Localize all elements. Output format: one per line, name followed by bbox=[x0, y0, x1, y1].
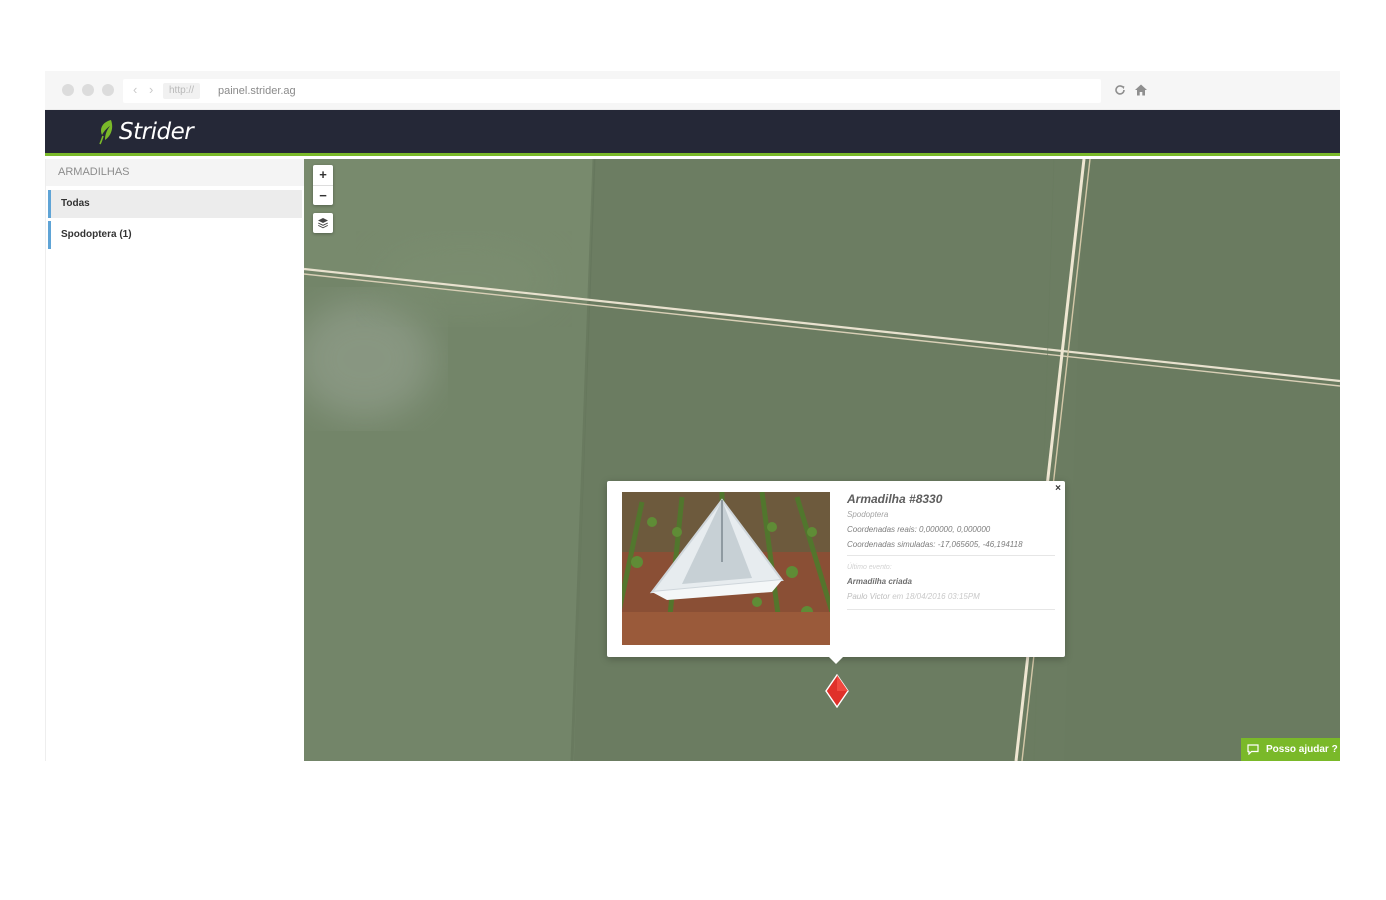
popup-close-button[interactable]: × bbox=[1055, 483, 1061, 494]
window-close-dot[interactable] bbox=[62, 84, 74, 96]
sidebar: ARMADILHAS Todas Spodoptera (1) bbox=[45, 159, 304, 761]
trap-photo bbox=[622, 492, 830, 645]
address-bar[interactable]: ‹ › http:// painel.strider.ag bbox=[123, 79, 1101, 103]
sidebar-item-spodoptera[interactable]: Spodoptera (1) bbox=[48, 221, 302, 249]
help-chat-button[interactable]: Posso ajudar ? bbox=[1241, 738, 1340, 761]
event-date: em 18/04/2016 03:15PM bbox=[890, 592, 980, 601]
app-header: Strider bbox=[45, 110, 1340, 156]
layers-button[interactable] bbox=[313, 213, 333, 233]
nav-arrows-icon[interactable]: ‹ › bbox=[133, 82, 157, 97]
divider bbox=[847, 555, 1055, 556]
sidebar-title: ARMADILHAS bbox=[46, 159, 304, 186]
window-minimize-dot[interactable] bbox=[82, 84, 94, 96]
brand-name: Strider bbox=[119, 119, 194, 145]
trap-title: Armadilha #8330 bbox=[847, 492, 943, 506]
trap-species: Spodoptera bbox=[847, 510, 889, 519]
trap-details: Armadilha #8330 Spodoptera Coordenadas r… bbox=[847, 492, 1055, 618]
satellite-map[interactable]: + − × Armadilha #8330 Spodoptera Coorden… bbox=[304, 159, 1340, 761]
leaf-logo-icon bbox=[99, 120, 113, 145]
layers-icon bbox=[318, 218, 328, 229]
simulated-coordinates: Coordenadas simuladas: -17,065605, -46,1… bbox=[847, 540, 1023, 549]
event-meta: Paulo Victor em 18/04/2016 03:15PM bbox=[847, 592, 1055, 601]
url-text[interactable]: painel.strider.ag bbox=[218, 83, 296, 99]
help-label: Posso ajudar ? bbox=[1266, 744, 1338, 755]
last-event-name: Armadilha criada bbox=[847, 577, 912, 586]
trap-popup: × Armadilha #8330 Spodoptera Coordenadas… bbox=[607, 481, 1065, 664]
chat-icon bbox=[1247, 744, 1259, 755]
reload-icon[interactable] bbox=[1113, 83, 1127, 97]
zoom-control: + − bbox=[313, 165, 333, 205]
zoom-in-button[interactable]: + bbox=[313, 165, 333, 185]
map-imagery bbox=[304, 159, 1340, 761]
browser-toolbar: ‹ › http:// painel.strider.ag bbox=[45, 71, 1340, 110]
real-coordinates: Coordenadas reais: 0,000000, 0,000000 bbox=[847, 525, 991, 534]
sidebar-item-todas[interactable]: Todas bbox=[48, 190, 302, 218]
brand-logo[interactable]: Strider bbox=[97, 118, 194, 146]
divider bbox=[847, 609, 1055, 610]
popup-tip bbox=[829, 657, 843, 664]
event-author: Paulo Victor bbox=[847, 592, 890, 601]
browser-window: ‹ › http:// painel.strider.ag Strider AR… bbox=[45, 71, 1340, 761]
url-scheme: http:// bbox=[163, 83, 201, 99]
last-event-label: Último evento: bbox=[847, 564, 892, 571]
zoom-out-button[interactable]: − bbox=[313, 185, 333, 205]
trap-marker-icon[interactable] bbox=[824, 674, 850, 708]
window-maximize-dot[interactable] bbox=[102, 84, 114, 96]
trap-photo-image bbox=[622, 492, 830, 645]
home-icon[interactable] bbox=[1134, 83, 1148, 97]
